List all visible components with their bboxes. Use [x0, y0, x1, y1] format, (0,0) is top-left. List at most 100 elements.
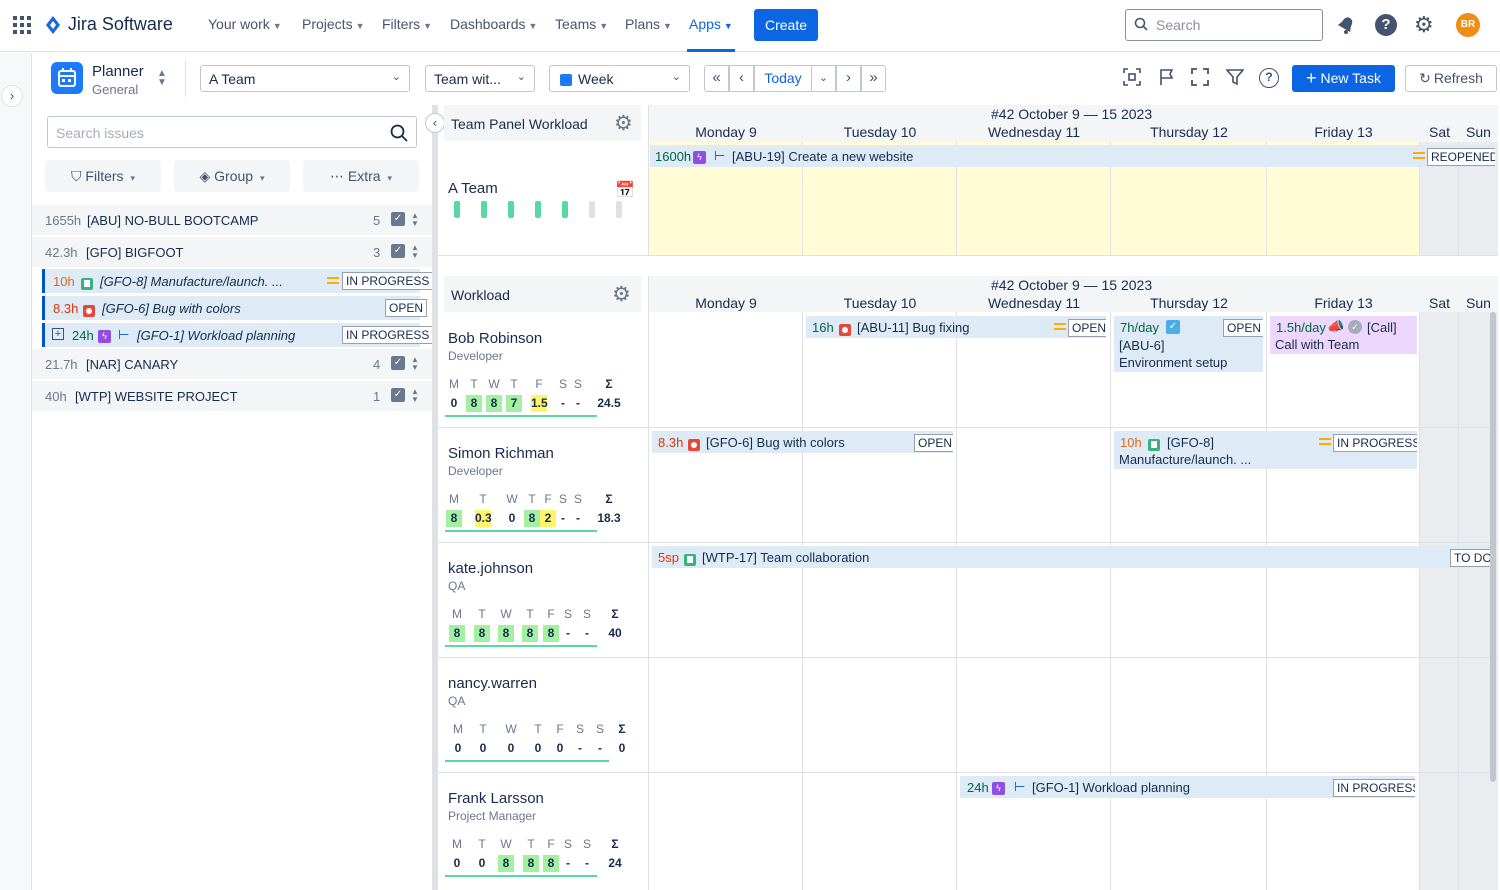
next-button[interactable]: › [836, 65, 861, 92]
status-badge[interactable]: REOPENED [1427, 148, 1495, 166]
project-row[interactable]: 40h [WTP] WEBSITE PROJECT 1 ✓ ▲ ▼ [32, 381, 432, 411]
status-badge[interactable]: IN PROGRESS [1333, 779, 1415, 797]
expand-sidebar-button[interactable]: › [1, 85, 23, 107]
status-badge[interactable]: TO DO [1450, 549, 1490, 567]
person-name[interactable]: Frank Larsson [448, 790, 544, 807]
focus-icon[interactable] [1122, 68, 1142, 88]
day-header: Thursday 12 [1150, 124, 1228, 140]
status-badge[interactable]: OPEN [1223, 319, 1263, 337]
chevron-down-icon: ⌄ [516, 71, 526, 83]
team-select[interactable]: A Team ⌄ [200, 65, 410, 92]
status-badge[interactable]: IN PROGRESS [342, 272, 434, 290]
planner-switch-icon[interactable]: ▲ ▼ [157, 69, 167, 88]
person-name[interactable]: kate.johnson [448, 560, 533, 577]
day-header: Friday 13 [1314, 124, 1373, 140]
gear-icon[interactable]: ⚙ [614, 111, 633, 136]
checkbox-icon[interactable]: ✓ [391, 212, 405, 226]
day-header: Monday 9 [695, 124, 757, 140]
person-name[interactable]: Simon Richman [448, 445, 554, 462]
team-with-select[interactable]: Team wit... ⌄ [425, 65, 535, 92]
task-bar[interactable]: 8.3h [GFO-6] Bug with colors OPEN [652, 431, 953, 453]
task-title: [WTP-17] Team collaboration [702, 550, 870, 565]
nav-apps[interactable]: Apps ▼ [689, 16, 733, 32]
checkbox-icon[interactable]: ✓ [391, 244, 405, 258]
group-button[interactable]: ◈ Group ▾ [174, 160, 290, 192]
nav-filters[interactable]: Filters ▼ [382, 16, 432, 32]
jira-logo[interactable]: Jira Software [44, 14, 173, 36]
new-task-button[interactable]: + New Task [1292, 65, 1395, 92]
project-row[interactable]: 21.7h [NAR] CANARY 4 ✓ ▲ ▼ [32, 349, 432, 379]
issue-row[interactable]: 8.3h [GFO-6] Bug with colors OPEN [42, 296, 428, 320]
weekend-area [1420, 312, 1498, 890]
bug-icon [839, 323, 851, 336]
calendar-settings-icon[interactable]: 📅 [615, 180, 635, 200]
person-name[interactable]: Bob Robinson [448, 330, 542, 347]
previous-button[interactable]: ‹ [729, 65, 754, 92]
avatar[interactable]: BR [1456, 13, 1480, 37]
create-button[interactable]: Create [754, 9, 818, 41]
nav-plans[interactable]: Plans ▼ [625, 16, 672, 32]
sort-icon[interactable]: ▲ ▼ [411, 212, 419, 228]
extra-button[interactable]: ⋯ Extra ▾ [303, 160, 419, 192]
nav-your-work[interactable]: Your work ▼ [208, 16, 282, 32]
chevron-down-icon: ▼ [723, 21, 733, 31]
sort-icon[interactable]: ▲ ▼ [411, 356, 419, 372]
search-field[interactable]: Search [1125, 9, 1323, 41]
planner-title[interactable]: Planner [92, 63, 144, 80]
status-badge[interactable]: OPEN [914, 434, 953, 452]
last-page-button[interactable]: » [861, 65, 886, 92]
task-bar[interactable]: 24h ϟ ⊢ [GFO-1] Workload planning IN PRO… [960, 776, 1415, 798]
workload-value: 2 [540, 510, 556, 527]
status-badge[interactable]: IN PROGRESS [1333, 434, 1417, 452]
person-name[interactable]: nancy.warren [448, 675, 537, 692]
task-hours: 7h/day [1120, 320, 1160, 335]
task-title: [ABU-19] Create a new website [732, 149, 914, 164]
weekday-label: F [535, 377, 543, 391]
filter-icon[interactable] [1225, 68, 1245, 88]
search-icon[interactable] [390, 124, 408, 145]
settings-icon[interactable]: ⚙ [1414, 12, 1434, 38]
task-bar[interactable]: 10h [GFO-8] IN PROGRESS Manufacture/laun… [1114, 431, 1417, 469]
expand-icon[interactable]: + [52, 328, 64, 340]
week-title: #42 October 9 — 15 2023 [991, 106, 1153, 122]
today-dropdown-button[interactable]: ⌄ [811, 65, 836, 92]
app-switcher-icon[interactable] [13, 16, 31, 34]
today-button[interactable]: Today [754, 65, 812, 92]
issue-row[interactable]: 10h [GFO-8] Manufacture/launch. ... IN P… [42, 269, 434, 293]
project-row[interactable]: 42.3h [GFO] BIGFOOT 3 ✓ ▲ ▼ [32, 237, 432, 267]
task-bar[interactable]: 1.5h/day 📣 ✓ [Call] Call with Team [1270, 316, 1417, 354]
scrollbar[interactable] [1490, 312, 1496, 782]
team-task-bar[interactable]: 1600h ϟ ⊢ [ABU-19] Create a new website … [650, 145, 1495, 167]
first-page-button[interactable]: « [704, 65, 729, 92]
sort-icon[interactable]: ▲ ▼ [411, 244, 419, 260]
weekday-label: S [595, 722, 604, 736]
nav-projects[interactable]: Projects ▼ [302, 16, 365, 32]
flag-icon[interactable] [1157, 68, 1177, 88]
checkbox-icon[interactable]: ✓ [391, 388, 405, 402]
status-badge[interactable]: IN PROGRESS [342, 326, 434, 344]
help-circle-icon[interactable]: ? [1259, 68, 1279, 88]
issue-row[interactable]: + 24h ϟ ⊢ [GFO-1] Workload planning IN P… [42, 323, 434, 347]
fullscreen-icon[interactable] [1190, 68, 1210, 88]
task-bar[interactable]: 16h [ABU-11] Bug fixing OPEN [806, 316, 1106, 338]
task-bar[interactable]: 7h/day ✓ OPEN [ABU-6] Environment setup [1114, 316, 1263, 372]
gear-icon[interactable]: ⚙ [612, 282, 631, 307]
status-badge[interactable]: OPEN [1068, 319, 1106, 337]
issue-search-field[interactable]: Search issues [47, 116, 417, 148]
nav-teams[interactable]: Teams ▼ [555, 16, 608, 32]
status-badge[interactable]: OPEN [385, 299, 428, 317]
checkbox-icon[interactable]: ✓ [391, 356, 405, 370]
project-row[interactable]: 1655h [ABU] NO-BULL BOOTCAMP 5 ✓ ▲ ▼ [32, 205, 432, 235]
weekday-label: T [510, 377, 518, 391]
sort-icon[interactable]: ▲ ▼ [411, 388, 419, 404]
collapse-panel-button[interactable]: ‹ [425, 113, 445, 133]
notifications-icon[interactable] [1336, 15, 1356, 38]
help-icon[interactable]: ? [1375, 14, 1397, 36]
filters-button[interactable]: ⛉ Filters ▾ [45, 160, 161, 192]
nav-dashboards[interactable]: Dashboards ▼ [450, 16, 537, 32]
refresh-button[interactable]: ↻ Refresh [1405, 65, 1497, 92]
team-name: A Team [448, 180, 498, 197]
view-select[interactable]: Week ⌄ [549, 65, 690, 92]
task-bar[interactable]: 5sp [WTP-17] Team collaboration TO DO [652, 546, 1490, 568]
task-title: [Call] [1367, 320, 1397, 335]
